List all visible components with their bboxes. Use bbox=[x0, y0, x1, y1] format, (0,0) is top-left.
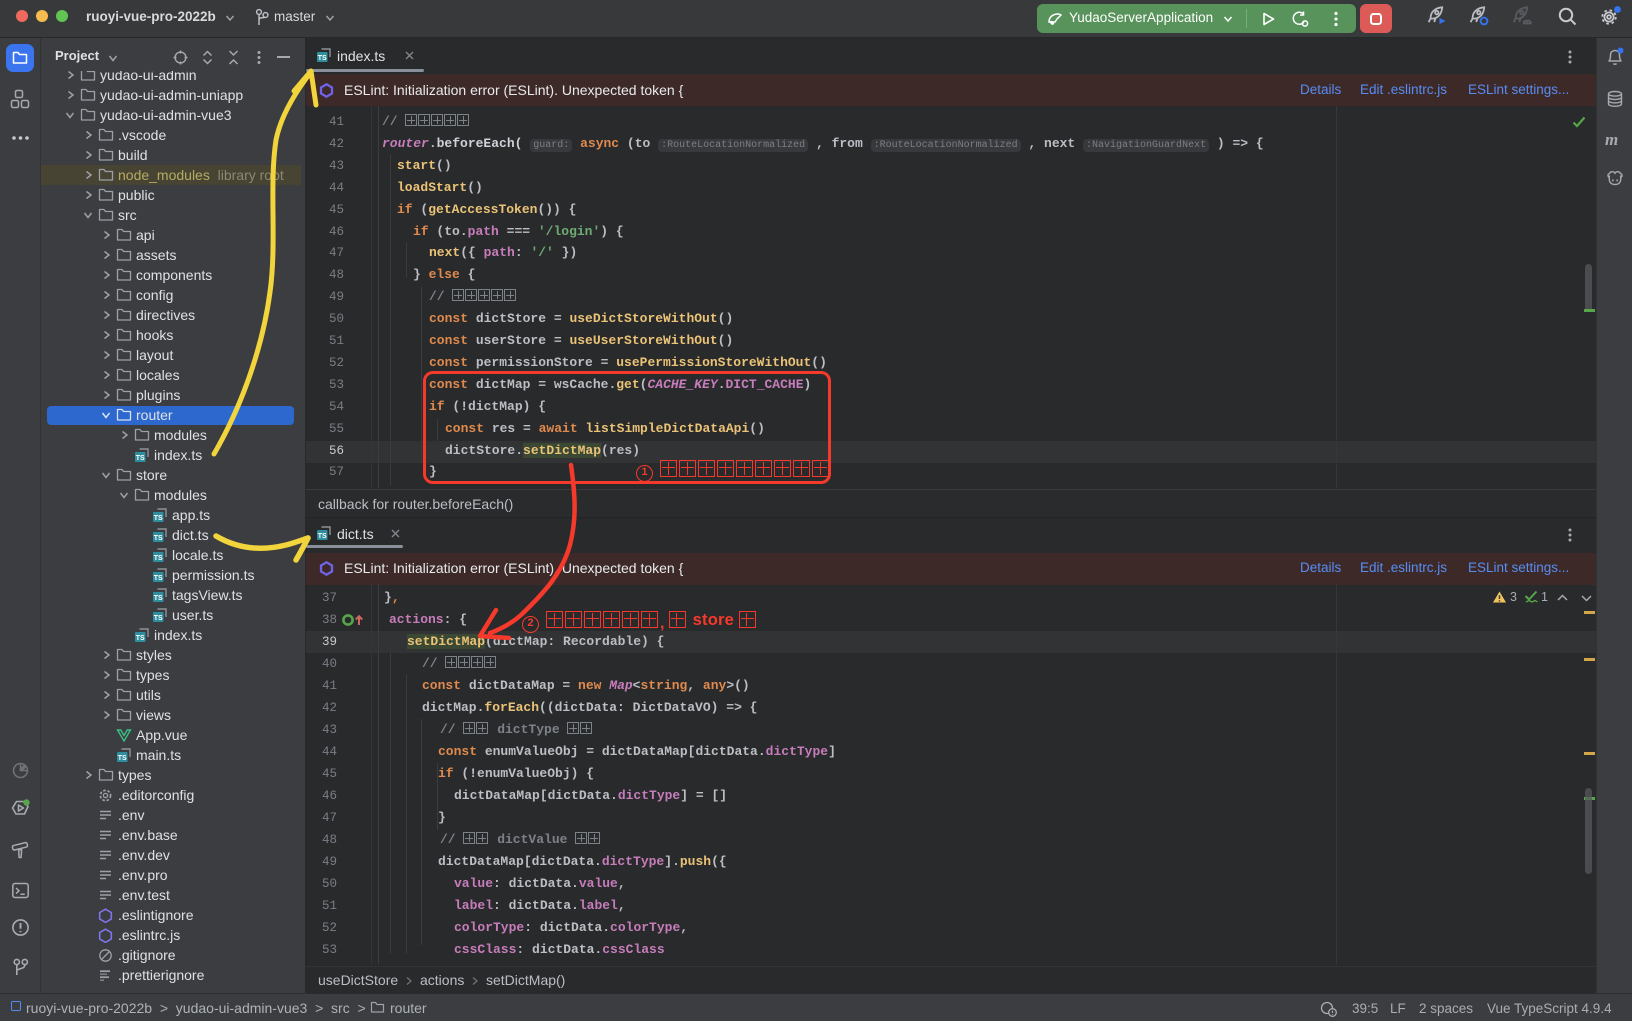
svg-text:TS: TS bbox=[154, 595, 163, 602]
svg-text:TS: TS bbox=[136, 455, 145, 462]
svg-text:TS: TS bbox=[154, 575, 163, 582]
svg-text:TS: TS bbox=[118, 755, 127, 762]
svg-text:TS: TS bbox=[318, 533, 327, 540]
svg-text:TS: TS bbox=[154, 535, 163, 542]
svg-text:TS: TS bbox=[154, 555, 163, 562]
svg-text:TS: TS bbox=[318, 55, 327, 62]
svg-text:TS: TS bbox=[136, 635, 145, 642]
svg-text:TS: TS bbox=[154, 515, 163, 522]
svg-text:TS: TS bbox=[154, 615, 163, 622]
